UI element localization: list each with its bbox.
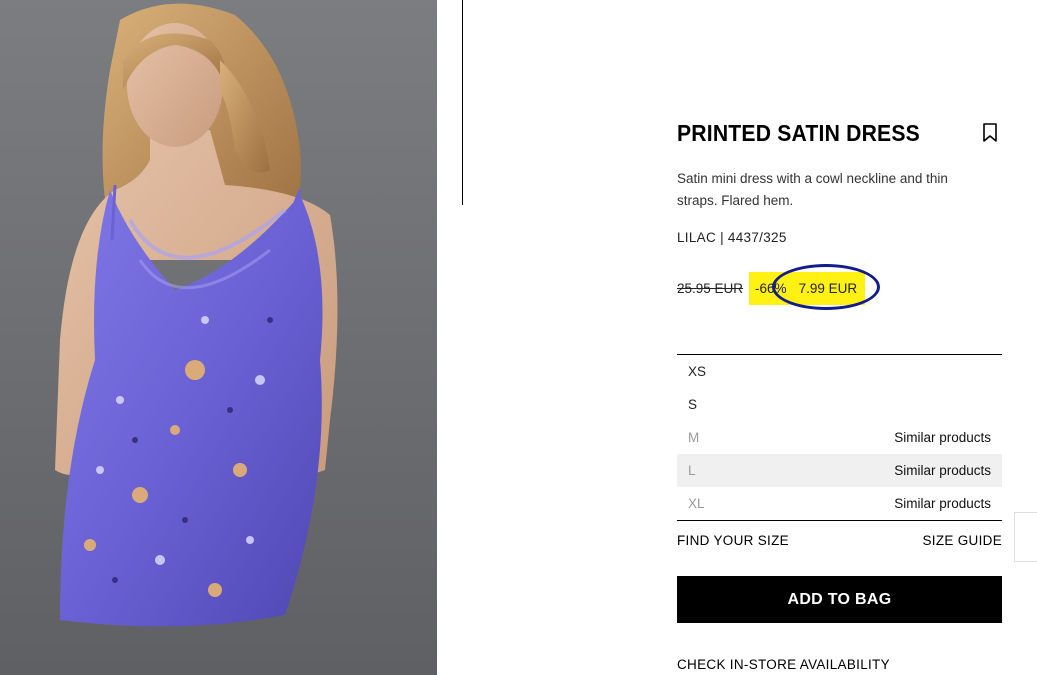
color-reference: LILAC | 4437/325 <box>677 230 787 245</box>
side-drawer-tab[interactable] <box>1014 512 1037 562</box>
add-to-bag-button[interactable]: ADD TO BAG <box>677 576 1002 623</box>
old-price: 25.95 EUR <box>677 281 744 296</box>
current-price: 7.99 EUR <box>798 281 858 296</box>
size-option-s[interactable]: S <box>677 388 1002 421</box>
discount-badge: -66% <box>755 281 787 296</box>
product-title: PRINTED SATIN DRESS <box>677 120 920 146</box>
size-label: L <box>688 463 696 478</box>
size-option-m[interactable]: M Similar products <box>677 421 1002 454</box>
discount-highlight: -66% 7.99 EUR <box>749 272 866 305</box>
size-option-xs[interactable]: XS <box>677 355 1002 388</box>
size-option-l[interactable]: L Similar products <box>677 454 1002 487</box>
model-photo-icon <box>55 3 338 627</box>
product-image[interactable] <box>0 0 437 675</box>
find-your-size-link[interactable]: FIND YOUR SIZE <box>677 533 789 548</box>
size-label: S <box>688 397 698 412</box>
similar-products-link[interactable]: Similar products <box>894 496 991 511</box>
similar-products-link[interactable]: Similar products <box>894 430 991 445</box>
price-row: 25.95 EUR -66% 7.99 EUR <box>677 264 880 310</box>
bookmark-icon[interactable] <box>982 123 998 143</box>
size-label: XL <box>688 496 705 511</box>
size-help-row: FIND YOUR SIZE SIZE GUIDE <box>677 533 1002 548</box>
size-label: XS <box>688 364 707 379</box>
product-panel: PRINTED SATIN DRESS Satin mini dress wit… <box>677 0 1002 675</box>
similar-products-link[interactable]: Similar products <box>894 463 991 478</box>
size-guide-link[interactable]: SIZE GUIDE <box>922 533 1002 548</box>
product-description: Satin mini dress with a cowl neckline an… <box>677 171 948 208</box>
size-selector: XS S M Similar products L Similar produc… <box>677 354 1002 521</box>
size-label: M <box>688 430 700 445</box>
size-option-xl[interactable]: XL Similar products <box>677 487 1002 520</box>
image-divider <box>462 0 463 205</box>
check-store-availability-link[interactable]: CHECK IN-STORE AVAILABILITY <box>677 657 890 672</box>
